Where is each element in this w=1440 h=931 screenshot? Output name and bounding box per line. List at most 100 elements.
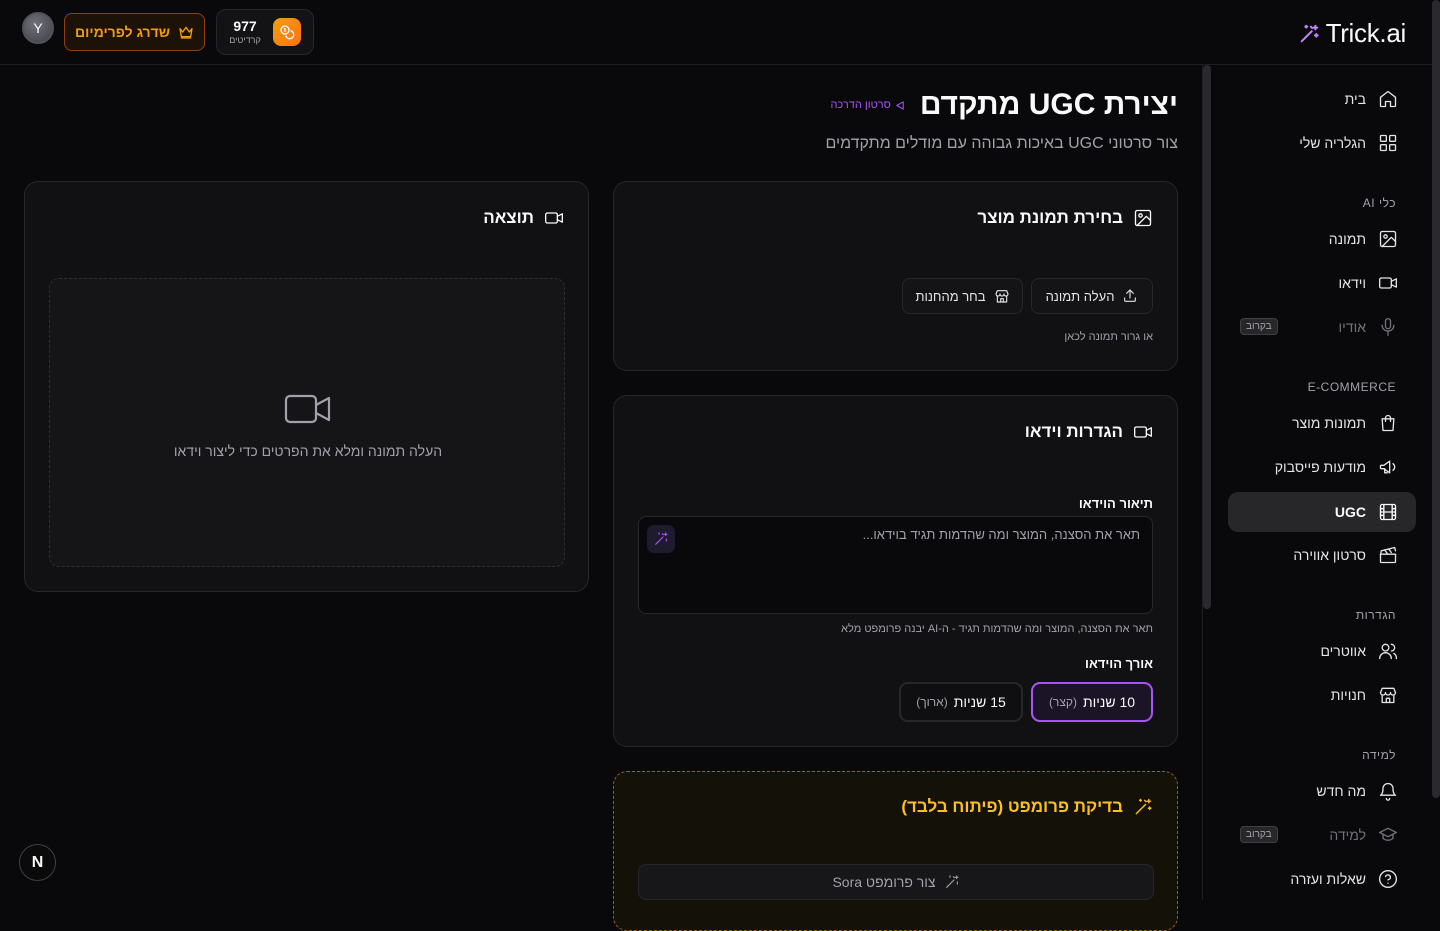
card-title: תוצאה: [483, 208, 564, 228]
sidebar-item-label: תמונה: [1328, 231, 1366, 247]
video-length-label: אורך הוידאו: [1085, 656, 1153, 671]
section-label-ai: כלי AI: [1362, 196, 1396, 210]
magic-wand-icon: [1300, 24, 1319, 42]
sidebar-item-label: שאלות ועזרה: [1290, 871, 1366, 887]
avatar-letter: Y: [33, 20, 43, 36]
prompt-test-card: בדיקת פרומפט (פיתוח בלבד) צור פרומפט Sor…: [613, 771, 1178, 931]
card-title-text: תוצאה: [483, 208, 534, 227]
top-bar: Trick.ai 977 קרדיטים שדרג לפרימיום Y: [0, 0, 1440, 65]
choose-from-store-button[interactable]: בחר מהחנות: [902, 278, 1023, 314]
logo[interactable]: Trick.ai: [1298, 18, 1406, 49]
page-scrollbar[interactable]: [1432, 0, 1440, 798]
sidebar-item-label: סרטון אווירה: [1293, 547, 1366, 563]
sidebar-item-video[interactable]: וידאו: [1228, 263, 1416, 303]
video-description-placeholder: תאר את הסצנה, המוצר ומה שהדמות תגיד בויד…: [862, 527, 1140, 542]
sidebar-item-learning: למידה בקרוב: [1228, 815, 1416, 855]
output-placeholder: העלה תמונה ומלא את הפרטים כדי ליצור וידא…: [49, 278, 565, 567]
credits-widget[interactable]: 977 קרדיטים: [216, 9, 314, 55]
sidebar-item-stores[interactable]: חנויות: [1228, 675, 1416, 715]
megaphone-icon: [1378, 457, 1398, 477]
video-description-hint: תאר את הסצנה, המוצר ומה שהדמות תגיד - ה-…: [841, 623, 1153, 635]
generate-sora-prompt-button[interactable]: צור פרומפט Sora: [638, 864, 1154, 900]
section-label-learning: למידה: [1362, 748, 1396, 762]
card-title-text: בחירת תמונת מוצר: [977, 208, 1123, 227]
play-icon: [896, 100, 904, 110]
upgrade-button[interactable]: שדרג לפרימיום: [64, 13, 205, 51]
grid-icon: [1378, 133, 1398, 153]
sidebar-item-gallery[interactable]: הגלריה שלי: [1228, 123, 1416, 163]
sidebar-item-label: UGC: [1334, 504, 1366, 520]
video-icon: [1134, 426, 1152, 438]
video-icon: [284, 392, 332, 426]
sidebar: בית הגלריה שלי כלי AI תמונה וידאו אודיו …: [1208, 65, 1432, 900]
upload-image-button[interactable]: העלה תמונה: [1031, 278, 1153, 314]
drag-hint: או גרור תמונה לכאן: [1064, 331, 1153, 343]
sidebar-item-label: למידה: [1329, 827, 1366, 843]
sidebar-item-home[interactable]: בית: [1228, 79, 1416, 119]
page-subtitle: צור סרטוני UGC באיכות גבוהה עם מודלים מת…: [825, 135, 1178, 152]
generate-sora-prompt-label: צור פרומפט Sora: [832, 874, 936, 890]
video-description-input[interactable]: תאר את הסצנה, המוצר ומה שהדמות תגיד בויד…: [638, 516, 1153, 614]
sidebar-item-label: תמונות מוצר: [1292, 415, 1366, 431]
magic-wand-icon: [655, 532, 668, 545]
output-card: תוצאה העלה תמונה ומלא את הפרטים כדי ליצו…: [24, 181, 589, 592]
shopping-bag-icon: [1378, 413, 1398, 433]
coming-soon-badge: בקרוב: [1240, 826, 1278, 843]
graduation-cap-icon: [1378, 825, 1398, 845]
film-icon: [1378, 502, 1398, 522]
sidebar-item-facebook-ads[interactable]: מודעות פייסבוק: [1228, 447, 1416, 487]
user-avatar[interactable]: Y: [22, 12, 54, 44]
sidebar-item-label: אווטרים: [1320, 643, 1366, 659]
users-icon: [1378, 641, 1398, 661]
sidebar-item-label: הגלריה שלי: [1299, 135, 1366, 151]
section-label-ecommerce: E-COMMERCE: [1307, 380, 1396, 394]
page-header: יצירת UGC מתקדם סרטון הדרכה: [830, 88, 1178, 122]
length-option-main: 10 שניות: [1082, 694, 1136, 710]
sidebar-item-ugc[interactable]: UGC: [1228, 492, 1416, 532]
help-circle-icon: [1378, 869, 1398, 889]
sidebar-item-aerial-video[interactable]: סרטון אווירה: [1228, 535, 1416, 575]
credits-label: קרדיטים: [229, 35, 261, 45]
video-description-label: תיאור הוידאו: [1078, 496, 1153, 511]
sidebar-item-label: וידאו: [1338, 275, 1366, 291]
length-option-15s[interactable]: 15 שניות (ארוך): [899, 682, 1023, 722]
tutorial-link[interactable]: סרטון הדרכה: [830, 99, 905, 111]
home-icon: [1378, 89, 1398, 109]
sidebar-item-whats-new[interactable]: מה חדש: [1228, 771, 1416, 811]
next-letter: N: [31, 853, 44, 871]
card-title-text: בדיקת פרומפט (פיתוח בלבד): [901, 797, 1123, 816]
coming-soon-badge: בקרוב: [1240, 318, 1278, 335]
page-title: יצירת UGC מתקדם: [919, 88, 1178, 121]
tutorial-link-label: סרטון הדרכה: [830, 99, 891, 111]
video-icon: [545, 212, 563, 224]
microphone-icon: [1378, 317, 1398, 337]
coins-icon: [272, 18, 301, 46]
content-scrollbar[interactable]: [1203, 65, 1211, 609]
sidebar-item-label: אודיו: [1338, 319, 1366, 335]
nextjs-dev-badge[interactable]: N: [19, 844, 56, 881]
length-option-main: 15 שניות: [953, 694, 1006, 710]
sidebar-item-image[interactable]: תמונה: [1228, 219, 1416, 259]
image-icon: [1134, 209, 1152, 227]
sidebar-item-product-images[interactable]: תמונות מוצר: [1228, 403, 1416, 443]
card-title: בדיקת פרומפט (פיתוח בלבד): [901, 797, 1153, 817]
sidebar-item-help[interactable]: שאלות ועזרה: [1228, 859, 1416, 899]
sidebar-item-avatars[interactable]: אווטרים: [1228, 631, 1416, 671]
section-label-settings: הגדרות: [1355, 608, 1396, 622]
credits-count: 977: [233, 18, 257, 34]
video-settings-card: הגדרות וידאו תיאור הוידאו תאר את הסצנה, …: [613, 395, 1178, 747]
sidebar-item-audio: אודיו בקרוב: [1228, 307, 1416, 347]
upload-icon: [1124, 289, 1137, 302]
output-empty-text: העלה תמונה ומלא את הפרטים כדי ליצור וידא…: [173, 443, 443, 459]
sidebar-item-label: חנויות: [1330, 687, 1366, 703]
product-image-card: בחירת תמונת מוצר העלה תמונה בחר מהחנות א…: [613, 181, 1178, 371]
image-icon: [1378, 229, 1398, 249]
clapperboard-icon: [1378, 545, 1398, 565]
length-option-10s[interactable]: 10 שניות (קצר): [1031, 682, 1153, 722]
sidebar-item-label: מה חדש: [1316, 783, 1366, 799]
crown-icon: [179, 26, 193, 39]
enhance-prompt-button[interactable]: [647, 525, 675, 553]
length-option-sub: (קצר): [1048, 695, 1077, 709]
sidebar-item-label: בית: [1344, 91, 1366, 107]
choose-from-store-label: בחר מהחנות: [915, 288, 986, 304]
